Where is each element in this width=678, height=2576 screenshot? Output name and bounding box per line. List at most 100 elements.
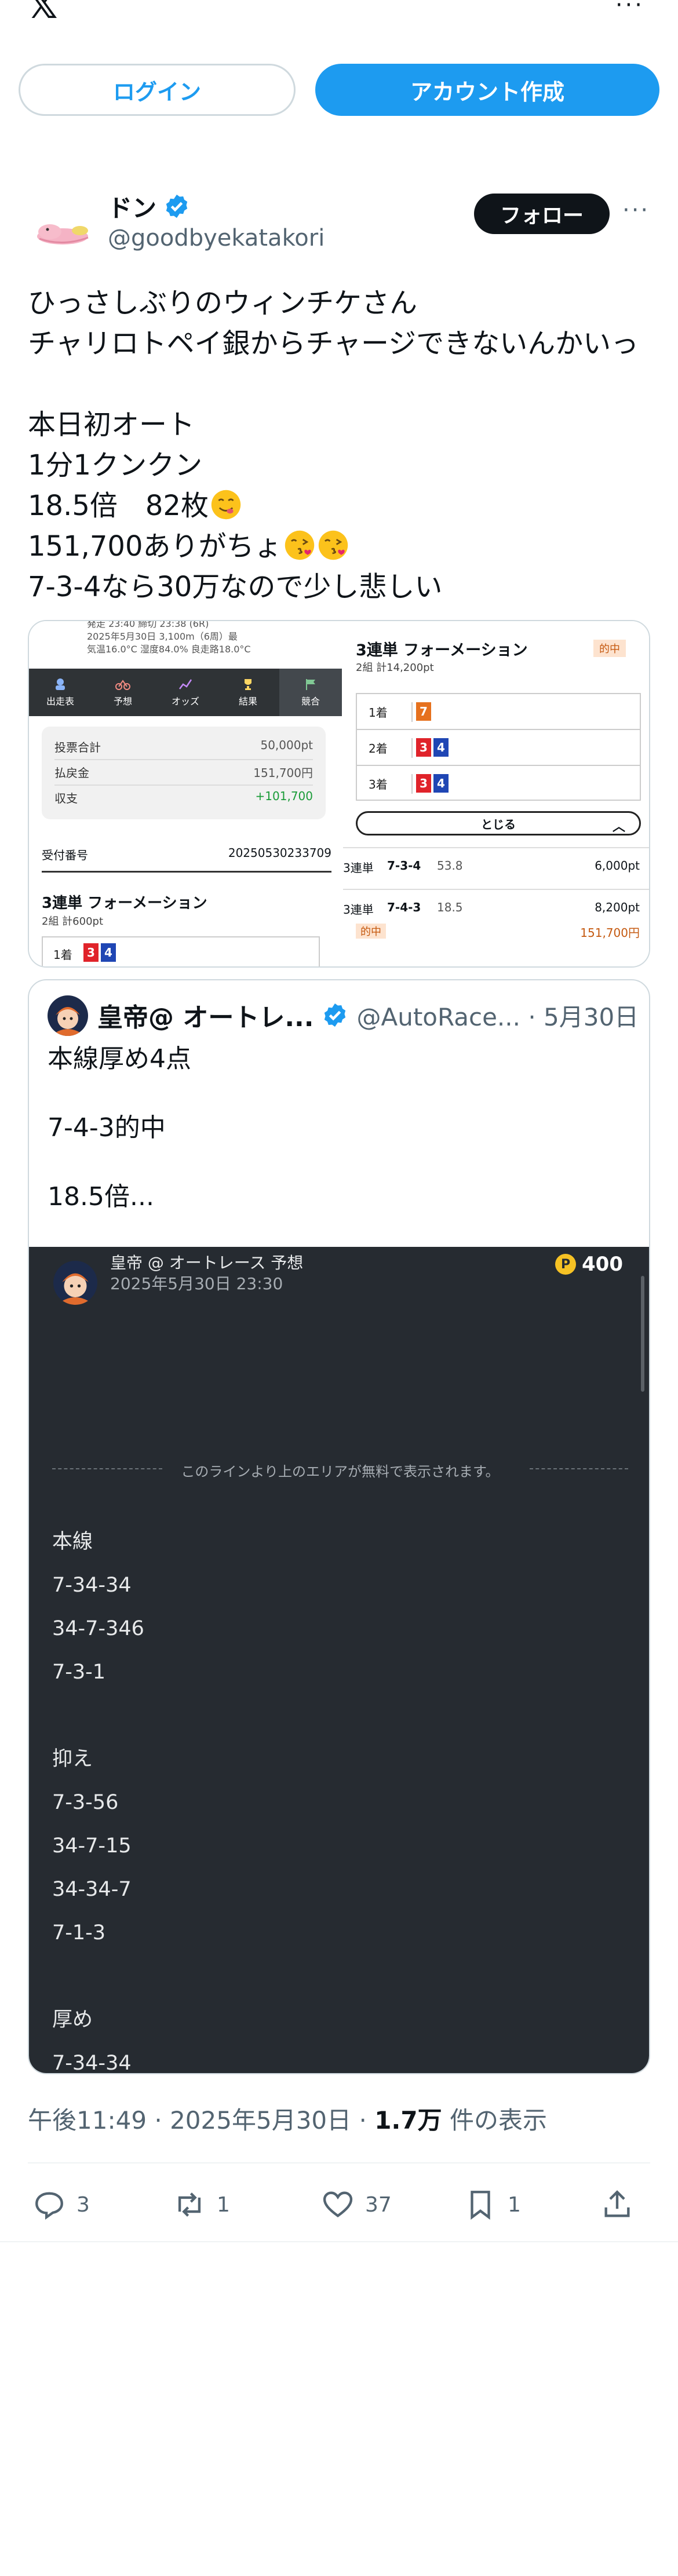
divider: [28, 2162, 650, 2163]
share-button[interactable]: [600, 2184, 634, 2225]
x-logo-icon[interactable]: 𝕏: [28, 0, 58, 24]
race-info-line: 気温16.0°C 湿度84.0% 良走路18.0°C: [87, 644, 251, 655]
pick-line: 34-7-15: [52, 1834, 132, 1858]
post-text-line: 本日初オート: [28, 408, 195, 441]
racer-number: 3: [416, 774, 431, 793]
yum-face-emoji-icon: [211, 490, 241, 520]
quoted-media-image: 皇帝 @ オートレース 予想 2025年5月30日 23:30 P 400 この…: [29, 1247, 649, 2074]
pick-line: 7-34-34: [52, 1574, 132, 1597]
media-left-panel: 発走 23:40 締切 23:38 (6R) 2025年5月30日 3,100m…: [29, 621, 342, 966]
post-timestamp[interactable]: 午後11:49 · 2025年5月30日 ·: [28, 2106, 374, 2134]
summary-row: 投票合計 50,000pt: [54, 738, 313, 755]
bet-form-subtitle: 2組 計600pt: [42, 915, 104, 928]
pick-line: 34-7-346: [52, 1617, 144, 1640]
hit-badge: 的中: [356, 924, 386, 939]
bet-form-title: 3連単 フォーメーション: [42, 895, 207, 912]
formation-row: 2着 34: [357, 730, 640, 766]
racer-number: 4: [433, 774, 449, 793]
bet-combo: 7-3-4: [387, 859, 421, 873]
quoted-author-avatar: [48, 995, 88, 1036]
view-count: 1.7万: [374, 2106, 442, 2134]
divider: [0, 2241, 678, 2242]
reply-count: 3: [76, 2192, 90, 2217]
race-info: 発走 23:40 締切 23:38 (6R) 2025年5月30日 3,100m…: [87, 621, 251, 656]
nav-vote: 競合: [279, 669, 342, 716]
summary-label: 投票合計: [54, 740, 101, 754]
repost-button[interactable]: 1: [173, 2184, 230, 2225]
bookmark-button[interactable]: 1: [464, 2184, 521, 2225]
chevron-up-icon: ︿: [612, 820, 625, 834]
post-text-line-with-emoji: 151,700ありがちょ: [28, 526, 659, 567]
like-button[interactable]: 37: [321, 2184, 392, 2225]
trophy-icon: [245, 679, 251, 690]
bet-form-subtitle: 2組 計14,200pt: [356, 662, 434, 674]
bookmark-count: 1: [508, 2192, 521, 2217]
place-numbers: 34: [411, 738, 640, 758]
scrollbar: [641, 1276, 644, 1392]
nav-label: 出走表: [46, 696, 74, 707]
race-info-line: 2025年5月30日 3,100m（6周）最: [87, 631, 238, 642]
author-avatar[interactable]: [28, 196, 97, 265]
bet-amount: 8,200pt: [595, 900, 640, 914]
pick-line: [52, 1955, 144, 1998]
repost-count: 1: [217, 2192, 230, 2217]
quoted-post[interactable]: 皇帝@ オートレ... @AutoRace... · 5月30日 本線厚め4点 …: [28, 979, 650, 2074]
post-text-line: [28, 364, 659, 404]
follow-button[interactable]: フォロー: [474, 194, 610, 234]
verified-badge-icon: [325, 1003, 346, 1027]
predictor-avatar: [53, 1261, 97, 1305]
summary-value: 151,700円: [253, 766, 313, 780]
post-text-line: チャリロトペイ銀からチャージできないんかいっ: [28, 327, 639, 360]
pick-line: 7-34-34: [52, 2052, 132, 2074]
heart-icon: [323, 2191, 353, 2218]
nav-results: 結果: [217, 669, 279, 716]
auth-row: ログイン アカウント作成: [19, 64, 659, 116]
view-label: 件の表示: [442, 2106, 547, 2134]
create-account-button[interactable]: アカウント作成: [315, 64, 659, 116]
nav-label: 予想: [113, 696, 132, 707]
race-nav: 出走表 予想 オッズ 結果 競合: [29, 669, 342, 716]
summary-divider: [54, 785, 313, 786]
top-bar: 𝕏 ···: [0, 0, 678, 35]
racer-number: 7: [416, 702, 431, 721]
more-options-icon[interactable]: ···: [615, 0, 644, 19]
summary-divider: [54, 759, 313, 760]
summary-label: 払戻金: [54, 766, 89, 780]
bet-combo: 7-4-3: [387, 900, 421, 914]
close-toggle: とじる ︿: [356, 811, 641, 835]
free-area-divider: このラインより上のエリアが無料で表示されます。: [52, 1460, 628, 1480]
quoted-text-line: [48, 1077, 191, 1111]
formation-table: 1着 7 2着 34 3着 34: [356, 693, 641, 801]
nav-predict: 予想: [92, 669, 154, 716]
bookmark-icon: [471, 2191, 490, 2220]
post-more-icon[interactable]: ···: [622, 197, 650, 224]
quoted-text-line: [48, 1145, 191, 1180]
post-text-line: 1分1クンクン: [28, 449, 203, 481]
post-media-image[interactable]: 発走 23:40 締切 23:38 (6R) 2025年5月30日 3,100m…: [28, 620, 650, 968]
pick-line: 7-3-56: [52, 1791, 119, 1814]
post-text-segment: 18.5倍 82枚: [28, 490, 209, 522]
flag-icon: [306, 679, 315, 690]
post-meta: 午後11:49 · 2025年5月30日 · 1.7万 件の表示: [28, 2101, 547, 2136]
author-display-name[interactable]: ドン: [108, 189, 156, 224]
repost-icon: [178, 2192, 201, 2217]
payout-value: 151,700円: [580, 926, 640, 940]
points-coin-icon: P: [555, 1254, 576, 1275]
author-handle[interactable]: @goodbyekatakori: [108, 225, 325, 251]
place-label: 2着: [369, 742, 388, 756]
summary-value: +101,700: [255, 789, 313, 803]
login-button[interactable]: ログイン: [19, 64, 296, 116]
pick-line: 本線: [52, 1530, 93, 1553]
place-label: 3着: [369, 778, 388, 791]
post-text: ひっさしぶりのウィンチケさん チャリロトペイ銀からチャージできないんかいっ 本日…: [28, 283, 659, 607]
quoted-display-name: 皇帝@ オートレ...: [97, 1003, 314, 1032]
prediction-picks: 本線 7-34-34 34-7-346 7-3-1 抑え 7-3-56 34-7…: [52, 1520, 144, 2074]
bet-row: 3連単 7-3-4 53.8 6,000pt: [343, 847, 649, 882]
reply-button[interactable]: 3: [32, 2184, 90, 2225]
prediction-date: 2025年5月30日 23:30: [110, 1274, 283, 1293]
bet-odds: 53.8: [437, 859, 463, 873]
points-badge: P 400: [555, 1253, 623, 1276]
bike-icon: [115, 680, 130, 690]
quoted-text-line: 7-4-3的中: [48, 1113, 166, 1143]
bet-odds: 18.5: [437, 900, 463, 914]
